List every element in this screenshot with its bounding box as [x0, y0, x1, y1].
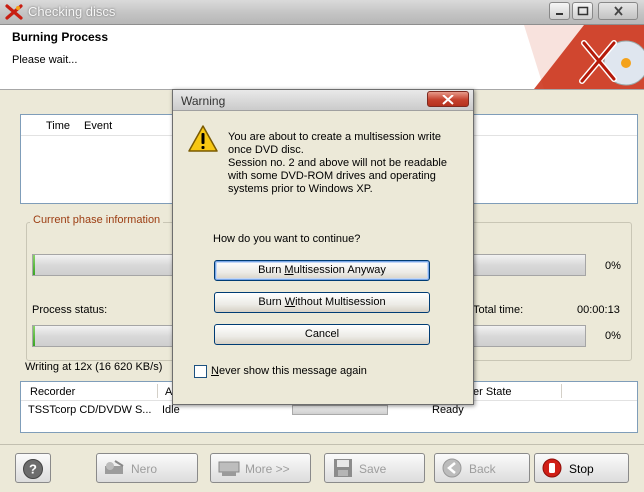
message-line: Session no. 2 and above will not be read…: [228, 157, 447, 169]
message-line: You are about to create a multisession w…: [228, 131, 441, 143]
warning-icon: [188, 125, 218, 152]
page-title: Burning Process: [12, 30, 109, 44]
message-line: systems prior to Windows XP.: [228, 183, 373, 195]
close-icon: [442, 95, 454, 105]
process-status-label: Process status:: [32, 304, 108, 316]
nero-logo: [524, 25, 644, 89]
title-bar: Checking discs: [0, 0, 644, 25]
burn-multisession-anyway-button[interactable]: Burn Multisession Anyway: [214, 260, 430, 281]
back-arrow-icon: [442, 458, 462, 478]
process-percent: 0%: [605, 330, 621, 342]
page-subtitle: Please wait...: [12, 54, 78, 66]
save-disk-icon: [334, 459, 352, 477]
recorder-action: Idle: [162, 404, 180, 416]
main-window: Checking discs Burning Process Please wa…: [0, 0, 644, 492]
recorder-name: TSSTcorp CD/DVDW S...: [28, 404, 152, 416]
save-button[interactable]: Save: [324, 453, 425, 483]
phase-percent: 0%: [605, 260, 621, 272]
phase-group-label: Current phase information: [30, 214, 164, 226]
dialog-message: You are about to create a multisession w…: [228, 131, 460, 196]
column-event[interactable]: Event: [84, 120, 112, 132]
writing-speed: Writing at 12x (16 620 KB/s): [25, 361, 163, 373]
total-time-label: Total time:: [473, 304, 524, 316]
never-show-again-checkbox[interactable]: [194, 365, 207, 378]
column-recorder-state[interactable]: er State: [473, 386, 512, 398]
save-button-label: Save: [359, 462, 387, 476]
stop-button-label: Stop: [569, 462, 594, 476]
nero-button[interactable]: Nero: [96, 453, 198, 483]
more-button[interactable]: More >>: [210, 453, 311, 483]
column-separator[interactable]: [561, 384, 562, 398]
close-button[interactable]: [598, 2, 638, 20]
window-title: Checking discs: [28, 4, 116, 19]
maximize-icon: [577, 6, 589, 16]
message-line: with some DVD-ROM drives and operating: [228, 170, 436, 182]
dialog-question: How do you want to continue?: [213, 233, 361, 245]
close-icon: [614, 6, 623, 16]
dialog-title-bar: Warning: [173, 90, 473, 111]
footer-divider: [0, 444, 644, 445]
total-time-value: 00:00:13: [577, 304, 620, 316]
nero-tools-icon: [105, 460, 124, 474]
never-show-again-label[interactable]: Never show this message again: [211, 365, 367, 377]
drive-icon: [218, 461, 240, 476]
back-button[interactable]: Back: [434, 453, 530, 483]
maximize-button[interactable]: [572, 2, 593, 20]
help-glyph: ?: [29, 462, 37, 477]
minimize-button[interactable]: [549, 2, 570, 20]
column-time[interactable]: Time: [46, 120, 70, 132]
phase-progress-fill: [33, 255, 36, 275]
recorder-progress-bar: [292, 405, 388, 415]
stop-button[interactable]: Stop: [534, 453, 629, 483]
recorder-state: Ready: [432, 404, 464, 416]
nero-button-label: Nero: [131, 462, 158, 476]
dialog-title: Warning: [181, 94, 226, 108]
back-button-label: Back: [469, 462, 496, 476]
header-panel: Burning Process Please wait...: [0, 25, 644, 90]
nero-app-icon: [5, 4, 23, 20]
dialog-close-button[interactable]: [427, 91, 469, 107]
help-button[interactable]: ?: [15, 453, 51, 483]
minimize-icon: [556, 13, 563, 15]
cancel-button[interactable]: Cancel: [214, 324, 430, 345]
burn-without-multisession-button[interactable]: Burn Without Multisession: [214, 292, 430, 313]
more-button-label: More >>: [245, 462, 290, 476]
process-progress-fill: [33, 326, 36, 346]
help-icon: ?: [23, 459, 43, 479]
column-separator[interactable]: [157, 384, 158, 398]
stop-icon: [542, 458, 562, 478]
column-recorder[interactable]: Recorder: [30, 386, 75, 398]
message-line: once DVD disc.: [228, 144, 304, 156]
warning-dialog: Warning You are about to create a multis…: [172, 89, 474, 405]
